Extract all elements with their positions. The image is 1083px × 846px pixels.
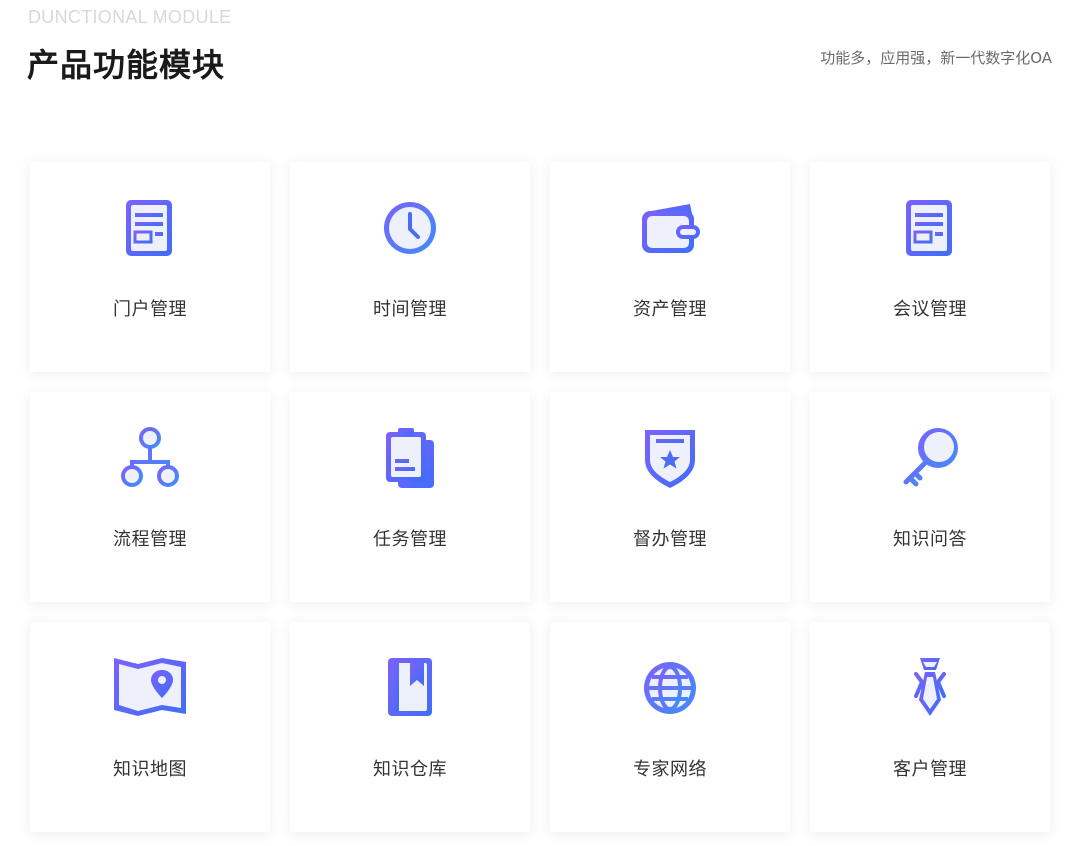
module-card-expert-network[interactable]: 专家网络 bbox=[550, 622, 790, 832]
module-label: 门户管理 bbox=[113, 299, 187, 320]
module-grid: 门户管理 时间管理 资产管理 会议管理 流程管理 任务管理 督办管理 知识问答 … bbox=[30, 162, 1050, 832]
wallet-icon bbox=[632, 196, 708, 260]
globe-icon bbox=[632, 656, 708, 720]
page-title: 产品功能模块 bbox=[27, 46, 226, 84]
module-card-qa[interactable]: 知识问答 bbox=[810, 392, 1050, 602]
module-card-time[interactable]: 时间管理 bbox=[290, 162, 530, 372]
module-card-portal[interactable]: 门户管理 bbox=[30, 162, 270, 372]
product-modules-page: DUNCTIONAL MODULE 产品功能模块 功能多，应用强，新一代数字化O… bbox=[0, 0, 1083, 846]
module-card-assets[interactable]: 资产管理 bbox=[550, 162, 790, 372]
clipboard-icon bbox=[372, 426, 448, 490]
module-card-repository[interactable]: 知识仓库 bbox=[290, 622, 530, 832]
module-label: 知识地图 bbox=[113, 759, 187, 780]
module-label: 客户管理 bbox=[893, 759, 967, 780]
module-card-process[interactable]: 流程管理 bbox=[30, 392, 270, 602]
module-label: 知识问答 bbox=[893, 529, 967, 550]
tie-icon bbox=[892, 656, 968, 720]
section-eyebrow: DUNCTIONAL MODULE bbox=[28, 7, 232, 27]
module-label: 督办管理 bbox=[633, 529, 707, 550]
module-card-meeting[interactable]: 会议管理 bbox=[810, 162, 1050, 372]
module-label: 资产管理 bbox=[633, 299, 707, 320]
shield-star-icon bbox=[632, 426, 708, 490]
document-icon bbox=[112, 196, 188, 260]
module-card-map[interactable]: 知识地图 bbox=[30, 622, 270, 832]
map-pin-icon bbox=[112, 656, 188, 720]
page-subtitle: 功能多，应用强，新一代数字化OA bbox=[820, 49, 1052, 67]
module-label: 时间管理 bbox=[373, 299, 447, 320]
module-label: 知识仓库 bbox=[373, 759, 447, 780]
module-card-supervise[interactable]: 督办管理 bbox=[550, 392, 790, 602]
module-card-customer[interactable]: 客户管理 bbox=[810, 622, 1050, 832]
module-label: 专家网络 bbox=[633, 759, 707, 780]
module-label: 任务管理 bbox=[373, 529, 447, 550]
key-icon bbox=[892, 426, 968, 490]
module-label: 流程管理 bbox=[113, 529, 187, 550]
flowchart-icon bbox=[112, 426, 188, 490]
module-card-task[interactable]: 任务管理 bbox=[290, 392, 530, 602]
clock-icon bbox=[372, 196, 448, 260]
module-label: 会议管理 bbox=[893, 299, 967, 320]
bookmark-book-icon bbox=[372, 656, 448, 720]
document-icon bbox=[892, 196, 968, 260]
